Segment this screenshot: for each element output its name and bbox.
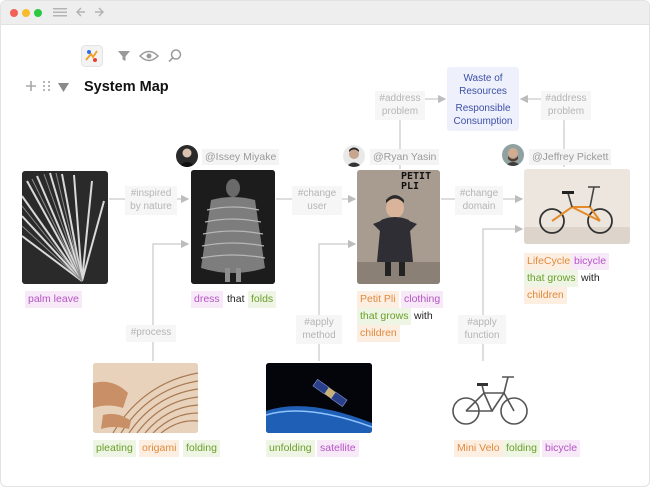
tag-with: with bbox=[581, 272, 600, 284]
petit-pli-child-photo[interactable]: PETIT PLI bbox=[357, 170, 440, 284]
username-jeffrey-pickett[interactable]: @Jeffrey Pickett bbox=[529, 149, 612, 165]
tag-lifecycle[interactable]: LifeCycle bbox=[524, 253, 574, 270]
tag-children[interactable]: children bbox=[357, 325, 400, 342]
avatar-ryan-yasin[interactable] bbox=[343, 145, 365, 167]
relation-change-user-label[interactable]: #change user bbox=[292, 186, 342, 215]
origami-folding-photo[interactable] bbox=[93, 363, 198, 433]
process-connector bbox=[152, 239, 190, 361]
tag-that: that bbox=[227, 293, 245, 305]
tag-that-grows[interactable]: that grows bbox=[357, 308, 412, 325]
relation-address-problem-left-label[interactable]: #address problem bbox=[375, 91, 425, 120]
tag-that-grows[interactable]: that grows bbox=[524, 270, 579, 287]
tag-dress[interactable]: dress bbox=[191, 291, 223, 308]
tag-unfolding[interactable]: unfolding bbox=[266, 440, 315, 457]
app-window: System Map #inspired by nature #change u… bbox=[0, 0, 650, 487]
relation-inspired-label[interactable]: #inspired by nature bbox=[125, 186, 177, 215]
concept-responsible-consumption[interactable]: Responsible Consumption bbox=[447, 103, 519, 128]
tag-folding[interactable]: folding bbox=[503, 440, 540, 457]
problem-concepts-box: Waste of Resources Responsible Consumpti… bbox=[447, 67, 519, 131]
tag-mini-velo[interactable]: Mini Velo bbox=[454, 440, 503, 457]
tag-palm-leave[interactable]: palm leave bbox=[25, 291, 82, 308]
tag-bicycle[interactable]: bicycle bbox=[571, 253, 610, 270]
relation-apply-function-label[interactable]: #apply function bbox=[458, 315, 506, 344]
tag-children[interactable]: children bbox=[524, 287, 567, 304]
tag-clothing[interactable]: clothing bbox=[401, 291, 444, 308]
relation-change-domain-label[interactable]: #change domain bbox=[455, 186, 503, 215]
mini-velo-bicycle-photo[interactable] bbox=[448, 363, 532, 433]
lifecycle-bicycle-photo[interactable] bbox=[524, 169, 630, 244]
satellite-photo[interactable] bbox=[266, 363, 372, 433]
concept-waste-of-resources[interactable]: Waste of Resources bbox=[447, 73, 519, 98]
palm-leaf-photo[interactable] bbox=[22, 171, 108, 284]
tag-folds[interactable]: folds bbox=[248, 291, 277, 308]
avatar-jeffrey-pickett[interactable] bbox=[502, 144, 524, 166]
username-issey-miyake[interactable]: @Issey Miyake bbox=[202, 149, 280, 165]
relation-apply-method-label[interactable]: #apply method bbox=[296, 315, 342, 344]
tag-bicycle[interactable]: bicycle bbox=[542, 440, 581, 457]
tag-with: with bbox=[414, 310, 433, 322]
tag-origami[interactable]: origami bbox=[139, 440, 180, 457]
petit-pli-logo-text: PETIT PLI bbox=[401, 171, 432, 192]
pleated-dress-photo[interactable] bbox=[191, 170, 275, 284]
username-ryan-yasin[interactable]: @Ryan Yasin bbox=[370, 149, 440, 165]
tag-pleating[interactable]: pleating bbox=[93, 440, 136, 457]
avatar-issey-miyake[interactable] bbox=[176, 145, 198, 167]
tag-satellite[interactable]: satellite bbox=[317, 440, 359, 457]
relation-process-label[interactable]: #process bbox=[126, 325, 176, 342]
relation-address-problem-right-label[interactable]: #address problem bbox=[541, 91, 591, 120]
tag-folding[interactable]: folding bbox=[183, 440, 220, 457]
tag-petit-pli[interactable]: Petit Pli bbox=[357, 291, 399, 308]
